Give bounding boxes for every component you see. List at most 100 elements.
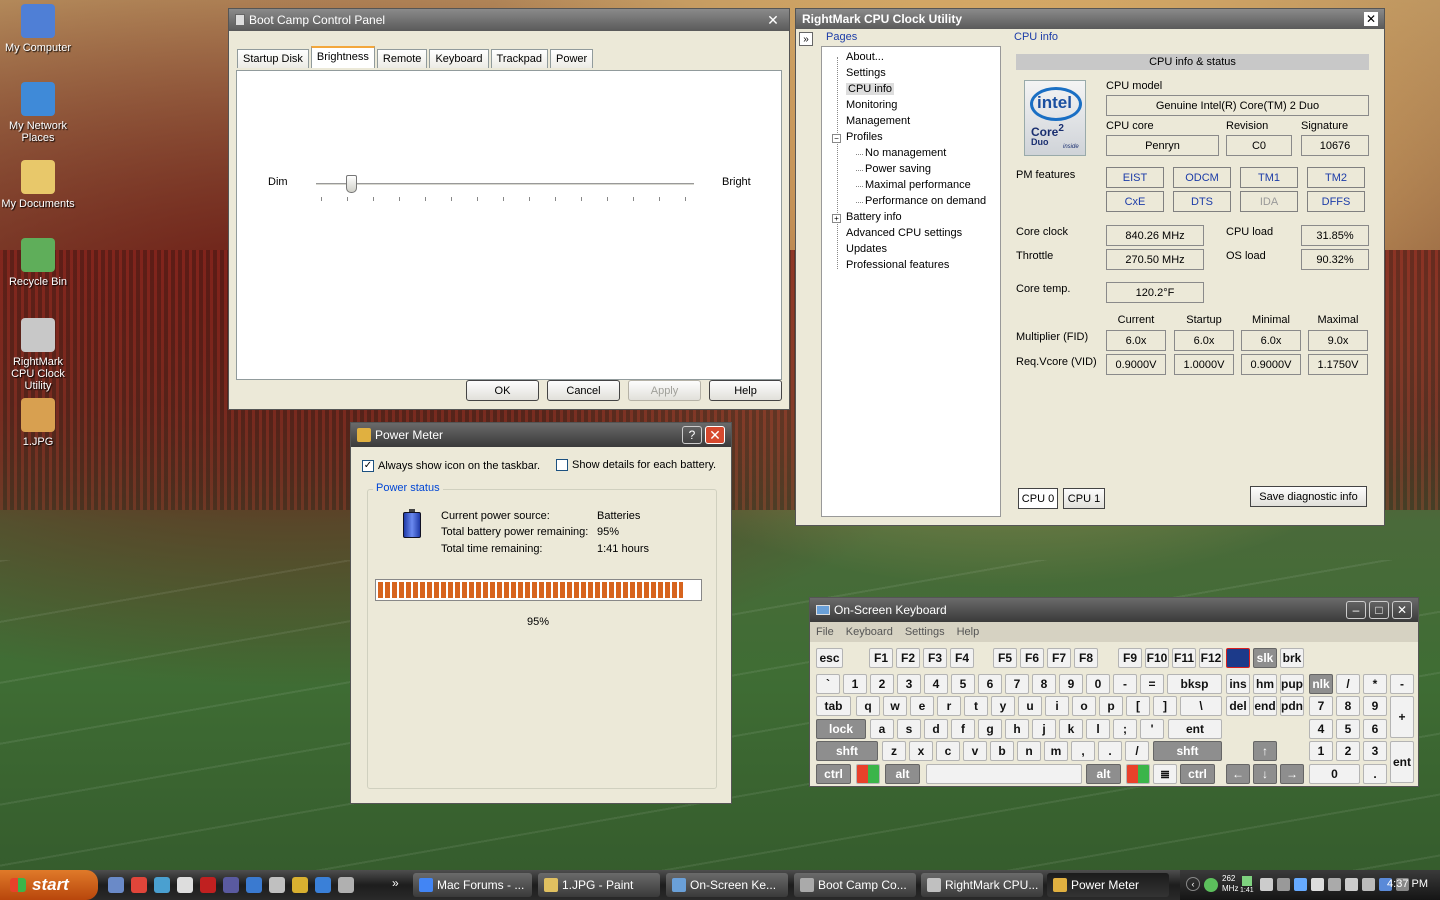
maximize-icon[interactable]: □ [1369,601,1389,619]
power-meter-titlebar[interactable]: Power Meter ? ✕ [351,423,731,447]
key-char[interactable]: ' [1140,719,1164,739]
key-char[interactable]: i [1045,696,1069,716]
key-char[interactable]: y [991,696,1015,716]
key-num-minus[interactable]: - [1390,674,1414,694]
key-right-arrow[interactable]: → [1280,764,1304,784]
key-right-alt[interactable]: alt [1086,764,1121,784]
chrome-icon[interactable] [131,877,147,893]
bootcamp-titlebar[interactable]: Boot Camp Control Panel ✕ [229,9,789,31]
show-details-checkbox[interactable] [556,459,568,471]
key-char[interactable]: x [909,741,933,761]
key-char[interactable]: ] [1153,696,1177,716]
tab-power[interactable]: Power [549,49,594,68]
key-char[interactable]: 9 [1059,674,1083,694]
aim-icon[interactable] [200,877,216,893]
windows-key-icon[interactable] [856,764,880,784]
key-char[interactable]: d [924,719,948,739]
apply-button[interactable]: Apply [628,380,701,401]
key-delete[interactable]: del [1226,696,1250,716]
cpu1-tab[interactable]: CPU 1 [1063,488,1105,509]
key-char[interactable]: 0 [1086,674,1110,694]
key-num-5[interactable]: 5 [1336,719,1360,739]
cancel-button[interactable]: Cancel [547,380,620,401]
key-num-9[interactable]: 9 [1363,696,1387,716]
key-num-1[interactable]: 1 [1309,741,1333,761]
key-char[interactable]: 7 [1005,674,1029,694]
key-num-4[interactable]: 4 [1309,719,1333,739]
key-char[interactable]: v [963,741,987,761]
key-num-6[interactable]: 6 [1363,719,1387,739]
osk-titlebar[interactable]: On-Screen Keyboard – □ ✕ [810,598,1418,622]
tree-item[interactable]: No management [865,147,946,159]
key-up-arrow[interactable]: ↑ [1253,741,1277,761]
tool-icon[interactable] [269,877,285,893]
key-esc[interactable]: esc [816,648,843,668]
key-num-8[interactable]: 8 [1336,696,1360,716]
key-f1[interactable]: F1 [869,648,893,668]
paint-icon[interactable] [292,877,308,893]
desktop-icon[interactable]: 1.JPG [0,398,76,448]
key-caps-lock[interactable]: lock [816,719,866,739]
tree-item[interactable]: Power saving [865,163,931,175]
key-char[interactable]: u [1018,696,1042,716]
key-num-decimal[interactable]: . [1363,764,1387,784]
key-char[interactable]: = [1140,674,1164,694]
key-left-alt[interactable]: alt [885,764,920,784]
key-f11[interactable]: F11 [1172,648,1196,668]
key-f6[interactable]: F6 [1020,648,1044,668]
start-button[interactable]: start [0,870,98,900]
taskbar-button[interactable]: Mac Forums - ... [413,873,532,897]
key-char[interactable]: ` [816,674,840,694]
taskbar-button[interactable]: On-Screen Ke... [666,873,788,897]
key-char[interactable]: 4 [924,674,948,694]
taskbar-button[interactable]: 1.JPG - Paint [538,873,660,897]
desktop-icon[interactable]: My Computer [0,4,76,54]
save-diagnostic-button[interactable]: Save diagnostic info [1250,486,1367,507]
key-num-plus[interactable]: + [1390,696,1414,738]
key-char[interactable]: s [897,719,921,739]
key-num-multiply[interactable]: * [1363,674,1387,694]
cpu0-tab[interactable]: CPU 0 [1018,488,1058,509]
key-page-down[interactable]: pdn [1280,696,1304,716]
key-scroll-lock[interactable]: slk [1253,648,1277,668]
key-char[interactable]: n [1017,741,1041,761]
tree-item[interactable]: CPU info [846,83,895,95]
key-tab[interactable]: tab [816,696,851,716]
tree-item[interactable]: Performance on demand [865,195,986,207]
slider-thumb[interactable] [346,175,358,193]
key-char[interactable]: t [964,696,988,716]
key-num-7[interactable]: 7 [1309,696,1333,716]
tree-expand-icon[interactable]: + [832,214,841,223]
menu-key-icon[interactable]: ≣ [1153,764,1177,784]
cmd-icon[interactable] [338,877,354,893]
tree-item[interactable]: Settings [846,67,886,79]
key-f7[interactable]: F7 [1047,648,1071,668]
tree-item[interactable]: Professional features [846,259,949,271]
key-f5[interactable]: F5 [993,648,1017,668]
key-f4[interactable]: F4 [950,648,974,668]
tree-item[interactable]: Battery info [846,211,902,223]
key-char[interactable]: 6 [978,674,1002,694]
help-icon[interactable]: ? [682,426,702,444]
tree-item[interactable]: Maximal performance [865,179,971,191]
tray-icon[interactable] [1362,878,1375,891]
key-left-shift[interactable]: shft [816,741,878,761]
key-left-ctrl[interactable]: ctrl [816,764,851,784]
key-char[interactable]: p [1099,696,1123,716]
key-char[interactable]: b [990,741,1014,761]
key-char[interactable]: a [870,719,894,739]
key-insert[interactable]: ins [1226,674,1250,694]
network-icon[interactable] [154,877,170,893]
key-char[interactable]: q [856,696,880,716]
key-char[interactable]: j [1032,719,1056,739]
key-right-shift[interactable]: shft [1153,741,1222,761]
key-char[interactable]: r [937,696,961,716]
key-char[interactable]: 1 [843,674,867,694]
tree-item[interactable]: Updates [846,243,887,255]
key-char[interactable]: . [1098,741,1122,761]
tab-brightness[interactable]: Brightness [310,46,375,68]
key-f10[interactable]: F10 [1145,648,1169,668]
tray-icon[interactable] [1294,878,1307,891]
key-num-divide[interactable]: / [1336,674,1360,694]
key-char[interactable]: f [951,719,975,739]
